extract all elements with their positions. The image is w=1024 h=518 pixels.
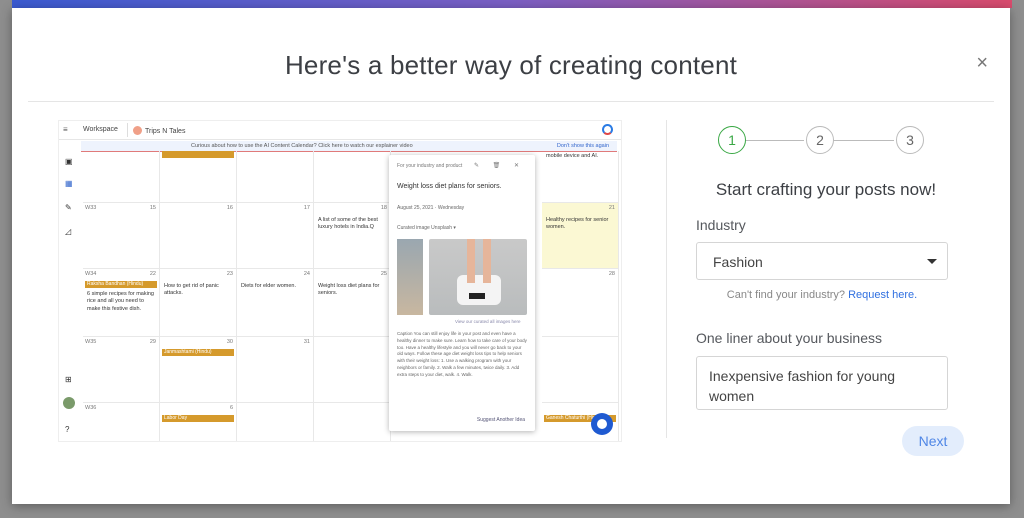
- day-number: 23: [226, 271, 233, 277]
- week-label: W35: [85, 339, 97, 345]
- week-label: W36: [85, 405, 97, 411]
- popup-image: [429, 239, 527, 315]
- day-number: 6: [229, 405, 233, 411]
- step-3: 3: [896, 126, 924, 154]
- request-industry-link[interactable]: Request here.: [848, 289, 917, 301]
- calendar-cell: 17: [237, 203, 314, 269]
- popup-thumbnail: [397, 239, 423, 315]
- popup-view-more: View our curated all images here: [455, 319, 521, 324]
- calendar-cell: 30 Janmashtami (Hindu): [160, 337, 237, 403]
- cant-find-industry: Can't find your industry? Request here.: [696, 289, 948, 301]
- cell-event: A list of some of the best luxury hotels…: [318, 217, 378, 231]
- calendar-cell: 21 Healthy recipes for senior women.: [542, 203, 619, 269]
- close-icon[interactable]: ×: [976, 52, 988, 75]
- day-number: 28: [608, 271, 615, 277]
- dont-show-link: Don't show this again: [556, 143, 609, 149]
- calendar-cell: 28: [542, 269, 619, 337]
- week-label: W34: [85, 271, 97, 277]
- calendar-cell: W34 22 Raksha Bandhan (Hindu) 6 simple reci…: [83, 269, 160, 337]
- calendar-cell: 24 Diets for elder women.: [237, 269, 314, 337]
- calendar-cell: W33 15: [83, 203, 160, 269]
- next-button[interactable]: Next: [902, 426, 964, 456]
- calendar-cell: W36: [83, 403, 160, 441]
- chat-bubble-icon: [591, 413, 613, 435]
- cell-event: Diets for elder women.: [241, 283, 297, 289]
- menu-icon: ≡: [63, 125, 68, 134]
- cant-find-text: Can't find your industry?: [726, 289, 846, 301]
- oneliner-label: One liner about your business: [696, 330, 882, 346]
- event-bar: Labor Day: [162, 415, 234, 422]
- brand-name: Trips N Tales: [145, 128, 186, 135]
- banner-text: Curious about how to use the AI Content …: [191, 143, 413, 149]
- oneliner-textarea[interactable]: Inexpensive fashion for young women: [696, 356, 948, 410]
- workspace-label: Workspace: [83, 126, 118, 133]
- cell-event: How to get rid of panic attacks.: [164, 283, 219, 297]
- brand-selector: Trips N Tales: [133, 126, 185, 135]
- popup-context: For your industry and product: [397, 163, 463, 169]
- app-logo-icon: [602, 124, 613, 135]
- calendar-cell: 23 How to get rid of panic attacks.: [160, 269, 237, 337]
- popup-suggest-link: Suggest Another Idea: [476, 417, 525, 423]
- day-number: 25: [380, 271, 387, 277]
- onboarding-modal: Here's a better way of creating content …: [12, 8, 1010, 504]
- calendar-preview-image: ≡ Workspace Trips N Tales Curious about …: [58, 120, 622, 442]
- cell-event: Weight loss diet plans for seniors.: [318, 283, 380, 297]
- calendar-cell: W35 29: [83, 337, 160, 403]
- calendar-cell: [542, 337, 619, 403]
- day-number: 31: [303, 339, 310, 345]
- event-bar: Janmashtami (Hindu): [162, 349, 234, 356]
- day-number: 21: [608, 205, 615, 211]
- cell-event: Healthy recipes for senior women.: [546, 217, 609, 231]
- calendar-cell: 16: [160, 203, 237, 269]
- industry-select[interactable]: Fashion: [696, 242, 948, 280]
- chart-icon: ◿: [65, 227, 72, 236]
- calendar-cell: 6 Labor Day: [160, 403, 237, 441]
- industry-value: Fashion: [713, 254, 763, 270]
- popup-date: August 25, 2021 · Wednesday: [397, 205, 465, 211]
- calendar-cell: 25 Weight loss diet plans for seniors.: [314, 269, 391, 337]
- day-number: 22: [149, 271, 156, 277]
- popup-curated-label: Curated image Unsplash ▾: [397, 225, 456, 231]
- panel-divider: [666, 120, 667, 438]
- preview-workspace-bar: ≡ Workspace Trips N Tales: [59, 121, 621, 140]
- industry-label: Industry: [696, 217, 746, 233]
- plus-icon: ⊞: [65, 375, 72, 384]
- popup-title: Weight loss diet plans for seniors.: [397, 183, 502, 190]
- day-number: 16: [226, 205, 233, 211]
- calendar-cell: 18 A list of some of the best luxury hote…: [314, 203, 391, 269]
- calendar-cell: [314, 337, 391, 403]
- top-gradient-bar: [12, 0, 1012, 8]
- week-label: W33: [85, 205, 97, 211]
- wizard-heading: Start crafting your posts now!: [715, 180, 937, 199]
- briefcase-icon: ▣: [65, 157, 73, 166]
- calendar-grid: mobile device and AI. W33 15 16 17 18 A li…: [83, 151, 619, 441]
- post-preview-popup: For your industry and product ✎ 🗑 ✕ Weig…: [389, 155, 535, 431]
- step-1: 1: [718, 126, 746, 154]
- day-number: 15: [149, 205, 156, 211]
- event-bar: Raksha Bandhan (Hindu): [85, 281, 157, 288]
- day-number: 30: [226, 339, 233, 345]
- day-number: 17: [303, 205, 310, 211]
- calendar-cell: 31: [237, 337, 314, 403]
- modal-title: Here's a better way of creating content: [284, 50, 738, 80]
- popup-action-icons: ✎ 🗑 ✕: [473, 163, 525, 169]
- day-number: 18: [380, 205, 387, 211]
- user-avatar: [63, 397, 75, 409]
- stepper: 1 2 3: [718, 126, 928, 156]
- caret-down-icon: [927, 259, 937, 264]
- cell-event: 6 simple recipes for making rice and all…: [87, 291, 154, 312]
- step-2: 2: [806, 126, 834, 154]
- oneliner-value: Inexpensive fashion for young women: [709, 368, 896, 404]
- calendar-icon: ▦: [65, 179, 73, 188]
- brand-avatar: [133, 126, 142, 135]
- day-number: 29: [149, 339, 156, 345]
- pencil-icon: ✎: [65, 203, 72, 212]
- preview-sidebar: ▣ ▦ ✎ ◿ ⊞ ?: [59, 139, 81, 441]
- cell-event: mobile device and AI.: [546, 153, 599, 159]
- header-divider: [28, 101, 994, 102]
- day-number: 24: [303, 271, 310, 277]
- help-icon: ?: [65, 425, 70, 434]
- popup-caption: Caption You can still enjoy life in your…: [397, 331, 527, 377]
